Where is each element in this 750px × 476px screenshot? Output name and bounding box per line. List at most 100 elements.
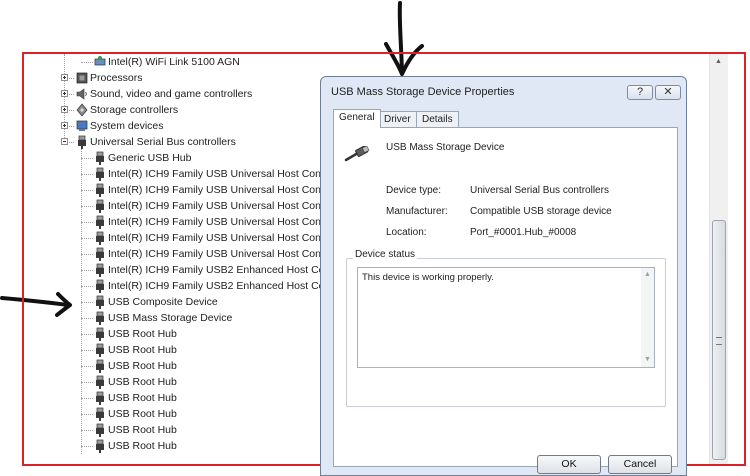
- tree-item-label: Intel(R) ICH9 Family USB Universal Host …: [108, 232, 324, 244]
- tree-item-label: System devices: [90, 120, 164, 132]
- tree-item[interactable]: USB Root Hub: [24, 326, 324, 342]
- manufacturer-label: Manufacturer:: [386, 206, 448, 217]
- usb-controller-icon: [78, 135, 86, 149]
- scrollbar-thumb[interactable]: [712, 220, 726, 460]
- device-type-value: Universal Serial Bus controllers: [470, 185, 609, 196]
- storage-controller-icon: [76, 103, 88, 117]
- tree-item-label: Storage controllers: [90, 104, 179, 116]
- tree-item[interactable]: Intel(R) ICH9 Family USB Universal Host …: [24, 166, 324, 182]
- device-status-textbox[interactable]: This device is working properly. ▲ ▼: [357, 267, 655, 368]
- scroll-up-arrow-icon[interactable]: ▲: [715, 58, 722, 65]
- tree-item-label: USB Root Hub: [108, 392, 177, 404]
- tree-connector-line: [81, 190, 93, 191]
- tree-item-label: USB Composite Device: [108, 296, 218, 308]
- tree-item[interactable]: USB Root Hub: [24, 438, 324, 454]
- tree-item-label: Intel(R) ICH9 Family USB Universal Host …: [108, 168, 324, 180]
- ok-button[interactable]: OK: [537, 455, 601, 474]
- usb-device-icon: [96, 343, 104, 357]
- tree-item-label: Intel(R) ICH9 Family USB2 Enhanced Host …: [108, 280, 324, 292]
- tree-connector-line: [81, 206, 93, 207]
- tree-item-label: USB Root Hub: [108, 376, 177, 388]
- expand-plus-icon[interactable]: [61, 122, 68, 129]
- tree-connector-line: [81, 366, 93, 367]
- tree-item[interactable]: Intel(R) ICH9 Family USB Universal Host …: [24, 246, 324, 262]
- tree-item-label: Intel(R) ICH9 Family USB Universal Host …: [108, 200, 324, 212]
- tree-item[interactable]: USB Root Hub: [24, 422, 324, 438]
- tree-connector-line: [81, 334, 93, 335]
- tree-item-label: Intel(R) WiFi Link 5100 AGN: [108, 56, 240, 68]
- tree-item[interactable]: System devices: [24, 118, 324, 134]
- tree-item-label: USB Root Hub: [108, 408, 177, 420]
- usb-device-icon: [96, 423, 104, 437]
- usb-device-icon: [96, 295, 104, 309]
- tree-item[interactable]: USB Composite Device: [24, 294, 324, 310]
- tab-general[interactable]: General: [333, 109, 381, 128]
- network-adapter-icon: [94, 56, 106, 66]
- expand-plus-icon[interactable]: [61, 90, 68, 97]
- tree-connector-line: [81, 318, 93, 319]
- tree-item[interactable]: USB Root Hub: [24, 342, 324, 358]
- tree-connector-line: [81, 398, 93, 399]
- tab-details[interactable]: Details: [416, 111, 459, 127]
- tree-item-label: Generic USB Hub: [108, 152, 192, 164]
- tree-item[interactable]: Intel(R) ICH9 Family USB Universal Host …: [24, 214, 324, 230]
- tree-item[interactable]: Intel(R) ICH9 Family USB2 Enhanced Host …: [24, 262, 324, 278]
- expand-plus-icon[interactable]: [61, 106, 68, 113]
- cancel-button[interactable]: Cancel: [608, 455, 672, 474]
- tree-item[interactable]: USB Root Hub: [24, 406, 324, 422]
- tree-item-label: Sound, video and game controllers: [90, 88, 253, 100]
- tree-connector-line: [81, 222, 93, 223]
- device-tree-scrollbar[interactable]: ▲: [709, 54, 728, 464]
- close-icon: ✕: [663, 86, 673, 98]
- location-value: Port_#0001.Hub_#0008: [470, 227, 577, 238]
- tree-item-label: Processors: [90, 72, 143, 84]
- tree-connector-line: [81, 446, 93, 447]
- close-button[interactable]: ✕: [655, 85, 681, 100]
- tree-item[interactable]: USB Root Hub: [24, 374, 324, 390]
- tree-item[interactable]: Intel(R) ICH9 Family USB Universal Host …: [24, 182, 324, 198]
- usb-device-icon: [96, 279, 104, 293]
- tree-item[interactable]: USB Root Hub: [24, 390, 324, 406]
- usb-device-icon: [96, 231, 104, 245]
- tree-item[interactable]: Intel(R) ICH9 Family USB Universal Host …: [24, 198, 324, 214]
- usb-device-icon: [96, 391, 104, 405]
- usb-device-icon: [96, 375, 104, 389]
- tree-item[interactable]: Intel(R) WiFi Link 5100 AGN: [24, 54, 324, 70]
- scroll-down-arrow-icon[interactable]: ▼: [644, 356, 651, 363]
- device-tree[interactable]: Intel(R) WiFi Link 5100 AGN Processors Sou…: [24, 54, 324, 464]
- tree-connector-line: [81, 62, 93, 63]
- status-scrollbar[interactable]: ▲ ▼: [641, 268, 654, 367]
- tree-item[interactable]: Storage controllers: [24, 102, 324, 118]
- usb-device-icon: [96, 215, 104, 229]
- tree-connector-line: [81, 286, 93, 287]
- tree-item[interactable]: Sound, video and game controllers: [24, 86, 324, 102]
- tree-connector-line: [81, 174, 93, 175]
- scroll-up-arrow-icon[interactable]: ▲: [644, 271, 651, 278]
- speaker-icon: [76, 88, 87, 100]
- usb-device-icon: [96, 311, 104, 325]
- tree-item[interactable]: Processors: [24, 70, 324, 86]
- processor-icon: [76, 72, 88, 84]
- tree-connector-line: [81, 270, 93, 271]
- tree-item[interactable]: USB Root Hub: [24, 358, 324, 374]
- expand-plus-icon[interactable]: [61, 74, 68, 81]
- tree-item-label: Intel(R) ICH9 Family USB Universal Host …: [108, 216, 324, 228]
- usb-device-icon: [96, 199, 104, 213]
- usb-device-icon: [96, 407, 104, 421]
- collapse-minus-icon[interactable]: [61, 138, 68, 145]
- tree-item[interactable]: USB Mass Storage Device: [24, 310, 324, 326]
- tree-item[interactable]: Intel(R) ICH9 Family USB Universal Host …: [24, 230, 324, 246]
- device-type-label: Device type:: [386, 185, 442, 196]
- tree-item-label: USB Root Hub: [108, 344, 177, 356]
- tree-item[interactable]: Universal Serial Bus controllers: [24, 134, 324, 150]
- tree-item-label: USB Mass Storage Device: [108, 312, 233, 324]
- tree-item[interactable]: Generic USB Hub: [24, 150, 324, 166]
- tree-item[interactable]: Intel(R) ICH9 Family USB2 Enhanced Host …: [24, 278, 324, 294]
- usb-device-icon: [96, 439, 104, 453]
- tab-driver[interactable]: Driver: [378, 111, 417, 127]
- usb-device-icon: [96, 183, 104, 197]
- tree-item-label: USB Root Hub: [108, 328, 177, 340]
- tree-connector-line: [81, 254, 93, 255]
- location-label: Location:: [386, 227, 427, 238]
- help-button[interactable]: ?: [627, 85, 653, 100]
